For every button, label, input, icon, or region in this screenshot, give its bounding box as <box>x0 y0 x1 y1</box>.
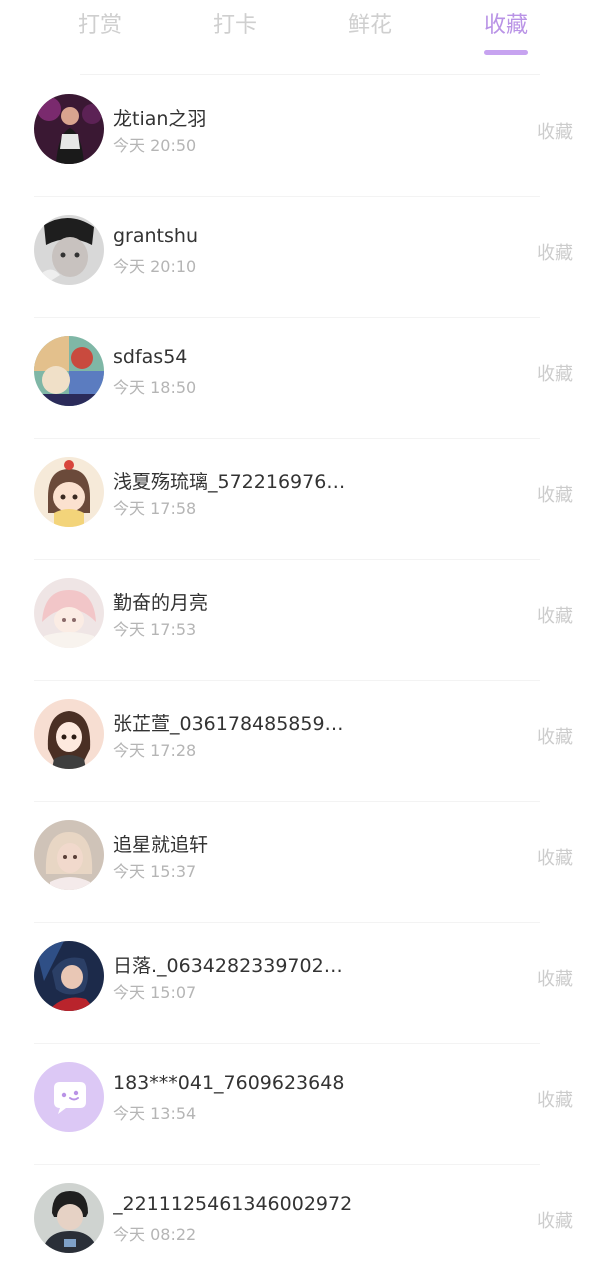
list-item[interactable]: sdfas54 今天 18:50 收藏 <box>0 318 607 439</box>
timestamp: 今天 15:07 <box>113 983 197 1002</box>
avatar-image <box>34 699 104 769</box>
timestamp: 今天 20:10 <box>113 257 197 276</box>
user-name: sdfas54 <box>113 346 188 368</box>
user-name: 勤奋的月亮 <box>113 592 209 614</box>
favorite-action[interactable]: 收藏 <box>537 1086 573 1112</box>
user-name: 183***041_7609623648 <box>113 1072 345 1094</box>
list-item[interactable]: 浅夏殇琉璃_572216976… 今天 17:58 收藏 <box>0 439 607 560</box>
list-item[interactable]: 张芷萱_036178485859… 今天 17:28 收藏 <box>0 681 607 802</box>
avatar[interactable] <box>34 578 104 648</box>
user-name: _2211125461346002972 <box>113 1193 353 1215</box>
avatar[interactable] <box>34 215 104 285</box>
favorite-action[interactable]: 收藏 <box>537 965 573 991</box>
timestamp: 今天 15:37 <box>113 862 197 881</box>
list-item[interactable]: _2211125461346002972 今天 08:22 收藏 <box>0 1165 607 1280</box>
avatar[interactable] <box>34 94 104 164</box>
favorite-action[interactable]: 收藏 <box>537 1207 573 1233</box>
avatar[interactable] <box>34 336 104 406</box>
user-name: 浅夏殇琉璃_572216976… <box>113 471 346 493</box>
tab-bar: 打赏 打卡 鲜花 收藏 <box>0 0 607 64</box>
page: 打赏 打卡 鲜花 收藏 龙tian之羽 今天 20:50 收藏 grantshu… <box>0 0 607 1280</box>
tab-label: 打卡 <box>212 13 257 38</box>
list-item[interactable]: 勤奋的月亮 今天 17:53 收藏 <box>0 560 607 681</box>
avatar[interactable] <box>34 699 104 769</box>
favorite-action[interactable]: 收藏 <box>537 723 573 749</box>
timestamp: 今天 13:54 <box>113 1104 197 1123</box>
avatar-image <box>34 1183 104 1253</box>
avatar-image <box>34 941 104 1011</box>
user-name: 追星就追轩 <box>113 834 209 856</box>
list-item[interactable]: 日落._0634282339702… 今天 15:07 收藏 <box>0 923 607 1044</box>
avatar[interactable] <box>34 1062 104 1132</box>
avatar[interactable] <box>34 457 104 527</box>
avatar-image <box>34 215 104 285</box>
user-list: 龙tian之羽 今天 20:50 收藏 grantshu 今天 20:10 收藏 <box>0 76 607 1280</box>
favorite-action[interactable]: 收藏 <box>537 239 573 265</box>
avatar-image <box>34 578 104 648</box>
timestamp: 今天 18:50 <box>113 378 197 397</box>
avatar-image <box>34 820 104 890</box>
tab-flowers[interactable]: 鲜花 <box>330 10 410 60</box>
user-name: grantshu <box>113 225 198 247</box>
favorite-action[interactable]: 收藏 <box>537 602 573 628</box>
favorite-action[interactable]: 收藏 <box>537 844 573 870</box>
timestamp: 今天 08:22 <box>113 1225 197 1244</box>
avatar-image <box>34 336 104 406</box>
timestamp: 今天 17:53 <box>113 620 197 639</box>
user-name: 张芷萱_036178485859… <box>113 713 344 735</box>
chat-bubble-icon <box>34 1062 104 1132</box>
user-name: 龙tian之羽 <box>113 108 207 130</box>
tab-checkin[interactable]: 打卡 <box>195 10 275 60</box>
tab-label: 鲜花 <box>347 13 392 38</box>
avatar[interactable] <box>34 1183 104 1253</box>
list-item[interactable]: 龙tian之羽 今天 20:50 收藏 <box>0 76 607 197</box>
tab-tip[interactable]: 打赏 <box>60 10 140 60</box>
active-tab-indicator <box>484 50 528 55</box>
timestamp: 今天 17:28 <box>113 741 197 760</box>
avatar-image <box>34 457 104 527</box>
avatar[interactable] <box>34 820 104 890</box>
user-name: 日落._0634282339702… <box>113 955 343 977</box>
timestamp: 今天 20:50 <box>113 136 197 155</box>
tab-label: 打赏 <box>77 13 122 38</box>
favorite-action[interactable]: 收藏 <box>537 481 573 507</box>
tab-favorites[interactable]: 收藏 <box>466 10 546 60</box>
list-item[interactable]: 183***041_7609623648 今天 13:54 收藏 <box>0 1044 607 1165</box>
avatar[interactable] <box>34 941 104 1011</box>
tab-label: 收藏 <box>483 13 528 38</box>
list-item[interactable]: grantshu 今天 20:10 收藏 <box>0 197 607 318</box>
favorite-action[interactable]: 收藏 <box>537 118 573 144</box>
timestamp: 今天 17:58 <box>113 499 197 518</box>
tab-divider <box>80 74 540 75</box>
list-item[interactable]: 追星就追轩 今天 15:37 收藏 <box>0 802 607 923</box>
avatar-image <box>34 94 104 164</box>
favorite-action[interactable]: 收藏 <box>537 360 573 386</box>
